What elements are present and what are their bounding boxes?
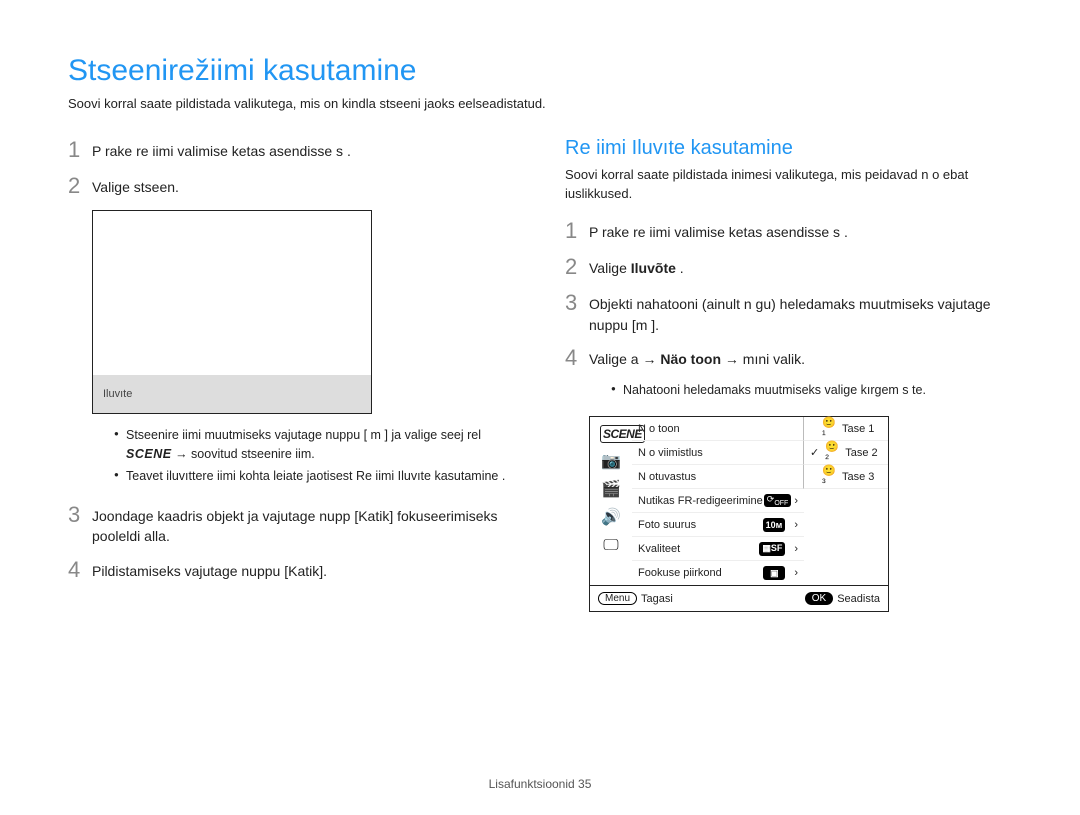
face-level-icon: 🙂¹ xyxy=(822,421,838,437)
step-text: Joondage kaadris objekt ja vajutage nupp… xyxy=(92,502,515,547)
section-title: Re iimi Iluvıte kasutamine xyxy=(565,137,1012,160)
value-arrow: ▦SF › xyxy=(759,542,798,556)
step-number: 3 xyxy=(565,290,589,316)
label: Foto suurus xyxy=(638,519,696,531)
face-level-icon: 🙂² xyxy=(825,445,841,461)
step-number: 2 xyxy=(68,173,92,199)
ok-button-icon[interactable]: OK xyxy=(805,592,833,605)
page-footer: Lisafunktsioonid 35 xyxy=(0,777,1080,791)
display-icon: 🖵 xyxy=(600,535,622,557)
mode-column: SCENE 📷 🎬 🔊 🖵 xyxy=(590,417,632,585)
text: [Katik] xyxy=(284,563,323,579)
text: [Katik] xyxy=(354,508,393,524)
sound-icon: 🔊 xyxy=(600,507,622,529)
menu-row-face-tone[interactable]: N o toon xyxy=(632,417,804,441)
menu-row-focus-area[interactable]: Fookuse piirkond ▣ › xyxy=(632,561,804,585)
left-column: 1 P rake re iimi valimise ketas asendiss… xyxy=(68,137,515,612)
menu-row-smart-fr[interactable]: Nutikas FR-redigeerimine ⟳OFF › xyxy=(632,489,804,513)
option-label: Tase 1 xyxy=(842,423,874,435)
page-subtitle: Soovi korral saate pildistada valikutega… xyxy=(68,96,1012,111)
camera-footer: Menu Tagasi OK Seadista xyxy=(590,585,888,611)
step-number: 1 xyxy=(565,218,589,244)
bullet-text: → soovitud stseenire iim. xyxy=(175,447,315,461)
step-text: Valige a → Näo toon → mıni valik. xyxy=(589,345,805,369)
label: Nutikas FR-redigeerimine xyxy=(638,495,763,507)
text: Pildistamiseks vajutage nuppu xyxy=(92,563,284,579)
option-level-2[interactable]: 🙂² Tase 2 xyxy=(804,441,888,465)
menu-row-photo-size[interactable]: Foto suurus 10м › xyxy=(632,513,804,537)
step-text: Valige stseen. xyxy=(92,173,179,197)
text: Joondage kaadris objekt ja vajutage nupp xyxy=(92,508,354,524)
content-columns: 1 P rake re iimi valimise ketas asendiss… xyxy=(68,137,1012,612)
step-number: 1 xyxy=(68,137,92,163)
camera-menu-screenshot: SCENE 📷 🎬 🔊 🖵 N o toon N o viimistlus N … xyxy=(589,416,889,612)
step-number: 4 xyxy=(565,345,589,371)
menu-button-icon[interactable]: Menu xyxy=(598,592,637,605)
camera-icon: 📷 xyxy=(600,451,622,473)
step-text: Valige Iluvõte . xyxy=(589,254,684,278)
value-arrow: ▣ › xyxy=(763,566,798,580)
menu-row-face-detect[interactable]: N otuvastus xyxy=(632,465,804,489)
right-step-1: 1 P rake re iimi valimise ketas asendiss… xyxy=(565,218,1012,244)
step-number: 2 xyxy=(565,254,589,280)
option-level-3[interactable]: 🙂³ Tase 3 xyxy=(804,465,888,489)
label: Kvaliteet xyxy=(638,543,680,555)
left-step-1: 1 P rake re iimi valimise ketas asendiss… xyxy=(68,137,515,163)
back-label: Tagasi xyxy=(641,593,673,605)
options-list: 🙂¹ Tase 1 🙂² Tase 2 🙂³ Tase 3 xyxy=(804,417,888,585)
step-text: Pildistamiseks vajutage nuppu [Katik]. xyxy=(92,557,327,581)
step-text: Objekti nahatooni (ainult n gu) heledama… xyxy=(589,290,1012,335)
step-text: P rake re iimi valimise ketas asendisse … xyxy=(589,218,848,242)
text-bold: Näo toon xyxy=(660,351,721,367)
camera-screenshot-placeholder: Iluvıte xyxy=(92,210,372,414)
text-bold: Iluvõte xyxy=(631,260,676,276)
option-label: Tase 3 xyxy=(842,471,874,483)
menu-list: N o toon N o viimistlus N otuvastus Nuti… xyxy=(632,417,804,585)
right-column: Re iimi Iluvıte kasutamine Soovi korral … xyxy=(565,137,1012,612)
face-level-icon: 🙂³ xyxy=(822,469,838,485)
value-arrow: ⟳OFF › xyxy=(764,494,798,507)
value-arrow: 10м › xyxy=(763,518,798,532)
step-text: P rake re iimi valimise ketas asendisse … xyxy=(92,137,351,161)
menu-row-quality[interactable]: Kvaliteet ▦SF › xyxy=(632,537,804,561)
left-step-4: 4 Pildistamiseks vajutage nuppu [Katik]. xyxy=(68,557,515,583)
right-step-3: 3 Objekti nahatooni (ainult n gu) heleda… xyxy=(565,290,1012,335)
text: . xyxy=(676,260,684,276)
text: Valige a → xyxy=(589,351,660,367)
set-label: Seadista xyxy=(837,593,880,605)
page-title: Stseenirežiimi kasutamine xyxy=(68,54,1012,88)
bullet-item: Stseenire iimi muutmiseks vajutage nuppu… xyxy=(114,426,515,464)
scene-mode-icon: SCENE xyxy=(600,423,622,445)
right-step-2: 2 Valige Iluvõte . xyxy=(565,254,1012,280)
option-label: Tase 2 xyxy=(845,447,877,459)
bullet-item: Teavet iluvıttere iimi kohta leiate jaot… xyxy=(114,467,515,486)
step-number: 4 xyxy=(68,557,92,583)
left-bullets: Stseenire iimi muutmiseks vajutage nuppu… xyxy=(114,426,515,486)
menu-row-face-retouch[interactable]: N o viimistlus xyxy=(632,441,804,465)
option-level-1[interactable]: 🙂¹ Tase 1 xyxy=(804,417,888,441)
step-number: 3 xyxy=(68,502,92,528)
screenshot-bottom-label: Iluvıte xyxy=(93,375,371,413)
left-step-2: 2 Valige stseen. xyxy=(68,173,515,199)
label: Fookuse piirkond xyxy=(638,567,722,579)
right-step-4: 4 Valige a → Näo toon → mıni valik. xyxy=(565,345,1012,371)
video-icon: 🎬 xyxy=(600,479,622,501)
text: → mıni valik. xyxy=(721,351,805,367)
text: Valige xyxy=(589,260,631,276)
left-step-3: 3 Joondage kaadris objekt ja vajutage nu… xyxy=(68,502,515,547)
section-intro: Soovi korral saate pildistada inimesi va… xyxy=(565,166,1012,204)
camera-grid: SCENE 📷 🎬 🔊 🖵 N o toon N o viimistlus N … xyxy=(590,417,888,585)
right-bullets: Nahatooni heledamaks muutmiseks valige k… xyxy=(611,381,1012,400)
scene-icon-text: SCENE xyxy=(126,447,172,461)
bullet-item: Nahatooni heledamaks muutmiseks valige k… xyxy=(611,381,1012,400)
text: . xyxy=(323,563,327,579)
bullet-text: Stseenire iimi muutmiseks vajutage nuppu… xyxy=(126,428,481,442)
